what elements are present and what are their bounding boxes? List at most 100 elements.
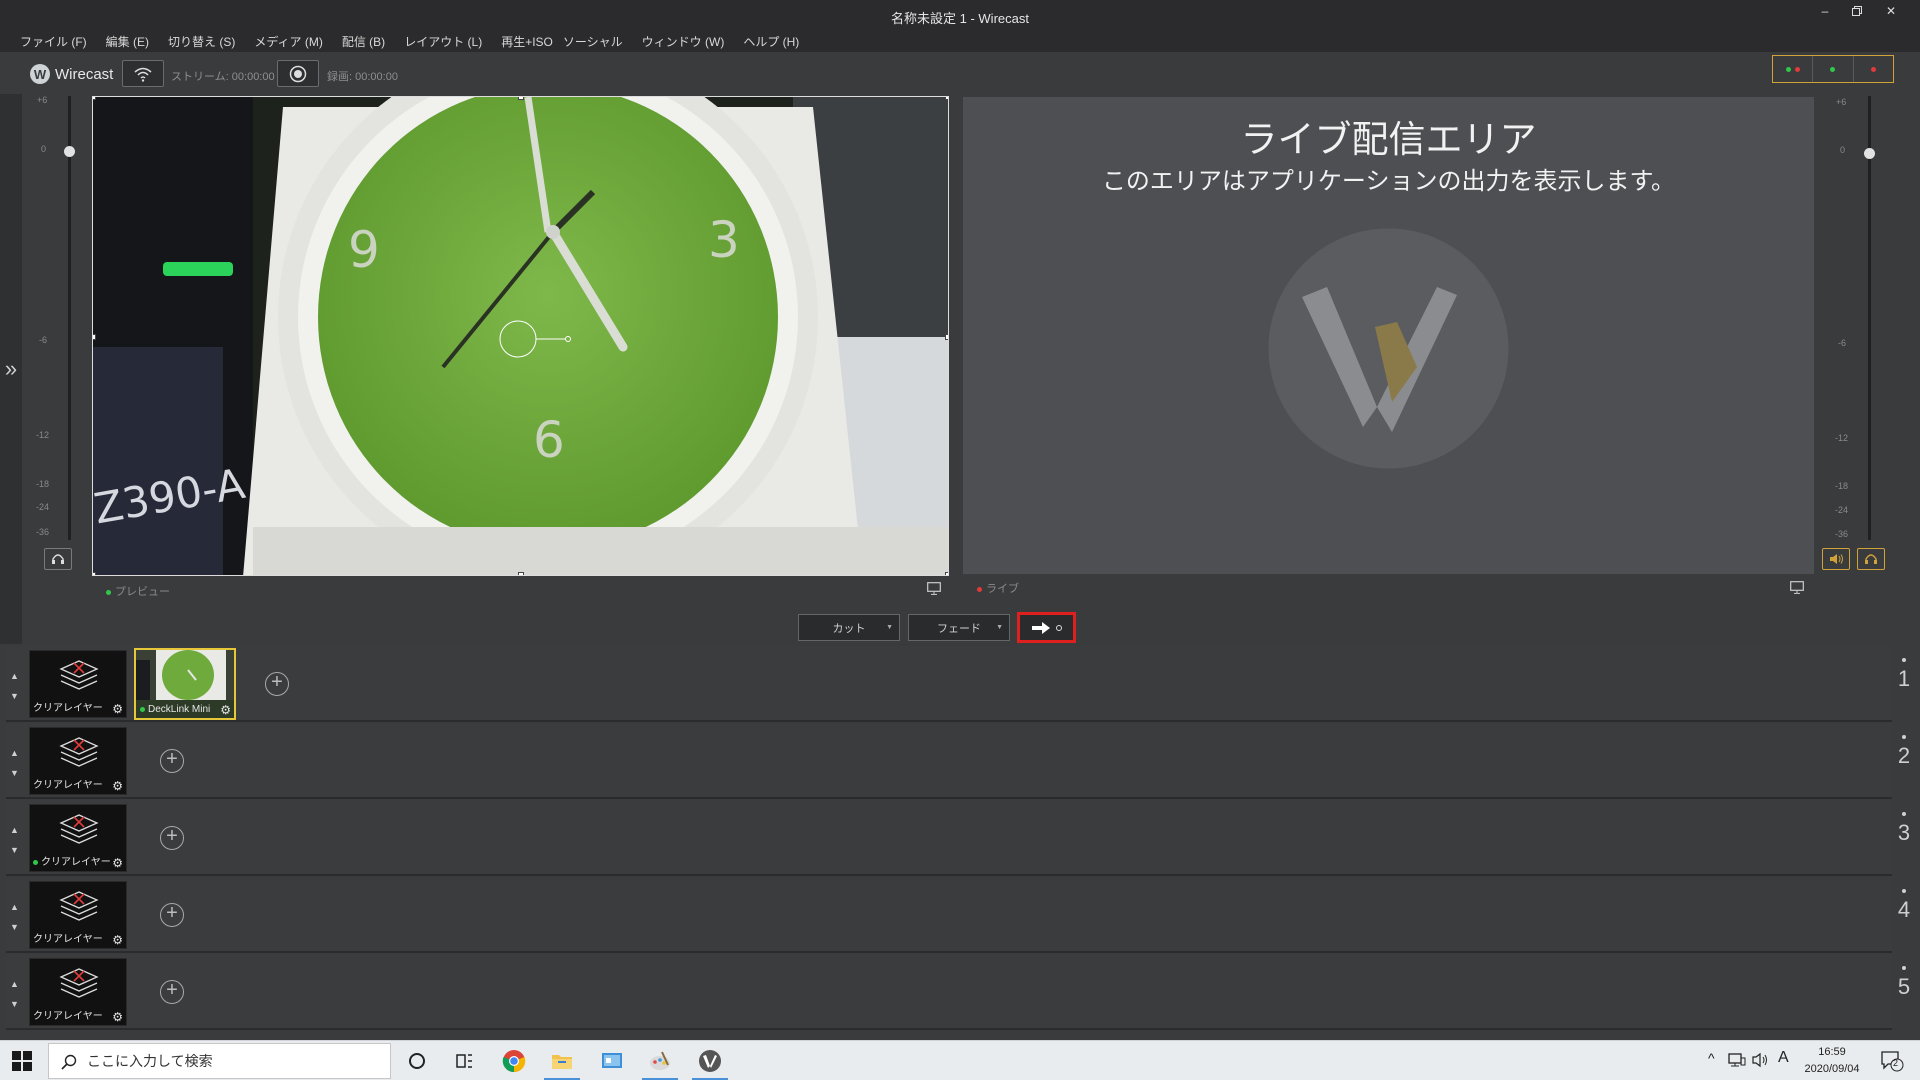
taskbar-wirecast[interactable] [692,1049,728,1080]
status-lights[interactable] [1772,55,1894,83]
resize-handle[interactable] [945,97,948,100]
cortana-button[interactable] [405,1049,429,1073]
chrome-icon [502,1050,526,1073]
taskbar-clock[interactable]: 16:59 2020/09/04 [1792,1044,1872,1078]
restore-icon[interactable] [1842,0,1872,22]
wirecast-watermark-icon [1268,228,1509,469]
status-light-1[interactable] [1773,56,1814,82]
gear-icon[interactable]: ⚙ [112,1010,123,1024]
resize-handle[interactable] [945,572,948,575]
meter-track [68,96,71,540]
taskbar-file-explorer[interactable] [544,1049,580,1080]
shot-clear-layer[interactable]: クリアレイヤー ⚙ [29,650,127,718]
notification-button[interactable]: 2 [1880,1050,1904,1077]
gear-icon[interactable]: ⚙ [220,703,231,717]
layer-number[interactable]: 1 [1894,666,1914,692]
taskbar-search-box[interactable]: ここに入力して検索 [48,1043,391,1079]
preview-headphones-button[interactable] [44,548,72,570]
go-button[interactable] [1017,612,1076,643]
fade-transition-select[interactable]: フェード ▼ [908,614,1010,641]
taskbar-chrome[interactable] [502,1049,526,1073]
start-button[interactable] [12,1051,32,1076]
resize-handle[interactable] [518,97,524,100]
menu-media[interactable]: メディア (M) [254,33,322,50]
shot-label: クリアレイヤー [33,853,111,868]
meter-scale-label: -6 [1838,338,1847,348]
live-area-title: ライブ配信エリア [1240,119,1537,160]
shot-clear-layer[interactable]: クリアレイヤー ⚙ [29,804,127,872]
preview-monitor[interactable]: 9 3 6 Z390-A [92,96,949,576]
volume-knob[interactable] [64,146,75,157]
menu-help[interactable]: ヘルプ (H) [743,33,799,50]
live-volume-slider[interactable] [1856,96,1882,540]
close-icon[interactable]: ✕ [1876,0,1906,22]
menu-playback-iso[interactable]: 再生+ISO [501,33,553,50]
preview-volume-slider[interactable] [56,96,82,540]
layer-number[interactable]: 2 [1894,743,1914,769]
live-headphones-button[interactable] [1857,548,1885,570]
layer-move-arrows[interactable]: ▲ ▼ [10,820,19,860]
ime-indicator[interactable]: A [1778,1049,1789,1067]
layer-number[interactable]: 4 [1894,897,1914,923]
minimize-icon[interactable]: – [1810,0,1840,22]
paint-icon [650,1051,670,1070]
volume-knob[interactable] [1864,148,1875,159]
shot-clear-layer[interactable]: クリアレイヤー ⚙ [29,881,127,949]
meter-scale-label: +6 [1836,97,1847,107]
preview-monitor-button[interactable] [927,582,941,600]
add-shot-button[interactable]: + [160,826,184,850]
add-shot-button[interactable]: + [160,980,184,1004]
resize-handle[interactable] [93,97,96,100]
menu-file[interactable]: ファイル (F) [20,33,87,50]
app-name: Wirecast [55,65,114,83]
layer-indicator-dot [1902,735,1906,739]
volume-icon[interactable] [1752,1052,1770,1073]
shot-clear-layer[interactable]: クリアレイヤー ⚙ [29,958,127,1026]
taskbar-control-panel[interactable] [600,1049,624,1073]
meter-scale-label: 0 [41,144,47,154]
live-speaker-button[interactable] [1822,548,1850,570]
menu-edit[interactable]: 編集 (E) [106,33,149,50]
live-status-dot [33,860,38,865]
layer-number[interactable]: 3 [1894,820,1914,846]
task-view-button[interactable] [452,1049,476,1073]
menu-broadcast[interactable]: 配信 (B) [342,33,385,50]
gear-icon[interactable]: ⚙ [112,702,123,716]
layer-move-arrows[interactable]: ▲ ▼ [10,974,19,1014]
layer-move-arrows[interactable]: ▲ ▼ [10,897,19,937]
shot-clear-layer[interactable]: クリアレイヤー ⚙ [29,727,127,795]
status-light-3[interactable] [1854,56,1893,82]
gear-icon[interactable]: ⚙ [112,856,123,870]
cut-transition-select[interactable]: カット ▼ [798,614,900,641]
layer-number[interactable]: 5 [1894,974,1914,1000]
live-label: ライブ [977,580,1019,596]
add-shot-button[interactable]: + [160,749,184,773]
add-shot-button[interactable]: + [265,672,289,696]
live-monitor-button[interactable] [1790,581,1804,599]
record-button[interactable] [277,60,319,87]
menu-layout[interactable]: レイアウト (L) [404,33,482,50]
layer-move-arrows[interactable]: ▲ ▼ [10,743,19,783]
add-shot-button[interactable]: + [160,903,184,927]
resize-handle[interactable] [518,572,524,575]
taskbar-paint[interactable] [642,1049,678,1080]
headphones-icon [1865,554,1877,564]
tray-expand-icon[interactable]: ^ [1708,1050,1715,1066]
stream-button[interactable] [122,60,164,87]
gear-icon[interactable]: ⚙ [112,933,123,947]
shot-decklink-mini[interactable]: DeckLink Mini ⚙ [134,648,236,720]
status-light-2[interactable] [1813,56,1854,82]
resize-handle[interactable] [93,572,96,575]
resize-handle[interactable] [945,334,948,340]
menu-switch[interactable]: 切り替え (S) [168,33,235,50]
menu-window[interactable]: ウィンドウ (W) [642,33,725,50]
meter-scale-label: -18 [1835,481,1849,491]
gear-icon[interactable]: ⚙ [112,779,123,793]
resize-handle[interactable] [93,334,96,340]
record-icon [289,65,307,82]
menu-social[interactable]: ソーシャル [563,33,623,50]
layer-move-arrows[interactable]: ▲ ▼ [10,666,19,706]
fade-transition-label: フェード [937,622,981,635]
network-icon[interactable] [1728,1052,1746,1073]
sidebar-expand-button[interactable]: » [0,94,22,644]
